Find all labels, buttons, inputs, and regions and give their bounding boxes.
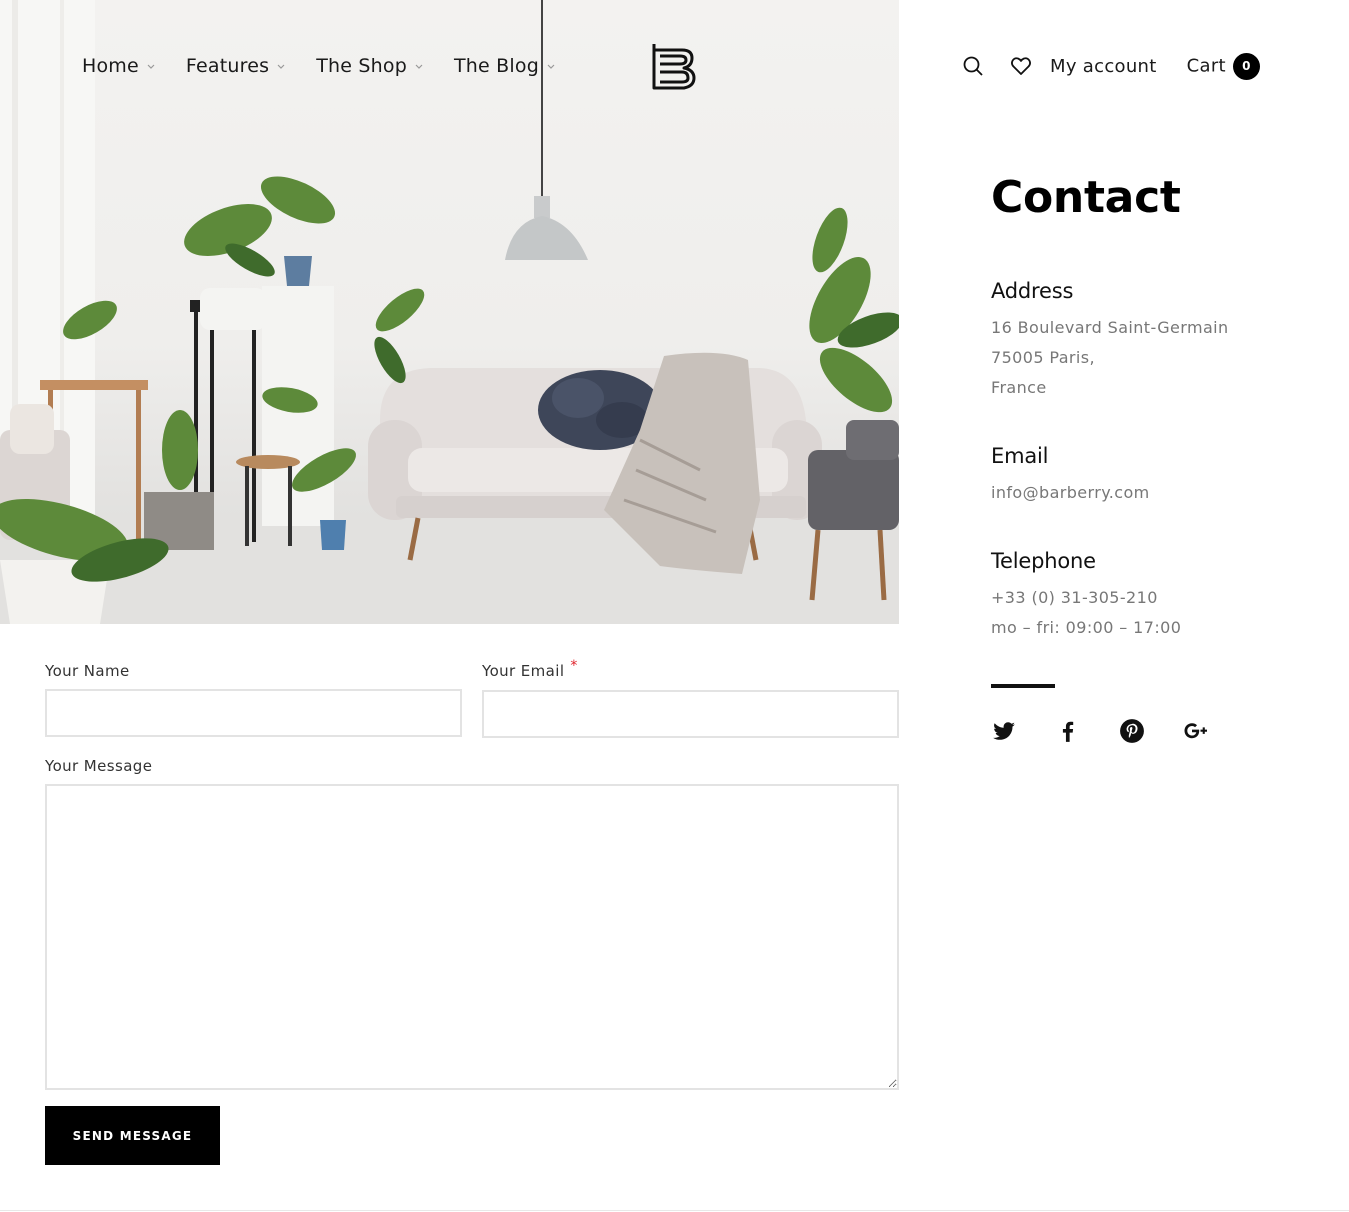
- address-text: 16 Boulevard Saint-Germain 75005 Paris, …: [991, 313, 1229, 403]
- email-label: Your Email *: [482, 658, 578, 680]
- message-label: Your Message: [45, 757, 153, 775]
- chevron-down-icon: [414, 61, 424, 71]
- nav-item-label[interactable]: Home: [82, 55, 139, 77]
- hero-image: [0, 0, 899, 624]
- email-heading: Email: [991, 444, 1049, 468]
- nav-item-the-shop[interactable]: The Shop: [316, 55, 424, 77]
- my-account-link[interactable]: My account: [1050, 56, 1157, 77]
- telephone-text: +33 (0) 31-305-210 mo – fri: 09:00 – 17:…: [991, 583, 1181, 643]
- address-line: 75005 Paris,: [991, 348, 1095, 367]
- email-label-text: Your Email: [482, 662, 565, 680]
- living-room-illustration: [0, 0, 899, 624]
- pinterest-icon[interactable]: [1119, 718, 1145, 744]
- nav-item-label[interactable]: The Shop: [316, 55, 407, 77]
- nav-item-label[interactable]: The Blog: [454, 55, 539, 77]
- required-mark: *: [570, 658, 578, 674]
- social-links: [991, 718, 1247, 744]
- footer-divider: [0, 1210, 1349, 1211]
- header-actions: My account Cart 0: [962, 52, 1260, 80]
- address-line: France: [991, 378, 1047, 397]
- nav-item-features[interactable]: Features: [186, 55, 286, 77]
- email-input[interactable]: [482, 690, 899, 738]
- name-input[interactable]: [45, 689, 462, 737]
- chevron-down-icon: [546, 61, 556, 71]
- cart-link[interactable]: Cart 0: [1186, 52, 1260, 80]
- opening-hours: mo – fri: 09:00 – 17:00: [991, 618, 1182, 637]
- telephone-number: +33 (0) 31-305-210: [991, 588, 1158, 607]
- chevron-down-icon: [276, 61, 286, 71]
- facebook-icon[interactable]: [1055, 718, 1081, 744]
- nav-item-label[interactable]: Features: [186, 55, 269, 77]
- telephone-heading: Telephone: [991, 549, 1096, 573]
- nav-item-home[interactable]: Home: [82, 55, 156, 77]
- brand-logo[interactable]: [650, 38, 698, 96]
- address-line: 16 Boulevard Saint-Germain: [991, 318, 1229, 337]
- send-message-button[interactable]: SEND MESSAGE: [45, 1106, 220, 1165]
- heart-icon[interactable]: [1010, 55, 1032, 77]
- chevron-down-icon: [146, 61, 156, 71]
- main-nav: Home Features The Shop The Blog: [82, 52, 586, 80]
- name-label: Your Name: [45, 662, 130, 680]
- google-plus-icon[interactable]: [1183, 718, 1209, 744]
- message-textarea[interactable]: [45, 784, 899, 1090]
- search-icon[interactable]: [962, 55, 984, 77]
- address-heading: Address: [991, 279, 1074, 303]
- cart-label: Cart: [1186, 55, 1226, 76]
- nav-item-the-blog[interactable]: The Blog: [454, 55, 556, 77]
- divider: [991, 684, 1055, 688]
- page-title: Contact: [991, 172, 1181, 223]
- cart-count-badge: 0: [1232, 52, 1260, 80]
- twitter-icon[interactable]: [991, 718, 1017, 744]
- email-value[interactable]: info@barberry.com: [991, 478, 1150, 508]
